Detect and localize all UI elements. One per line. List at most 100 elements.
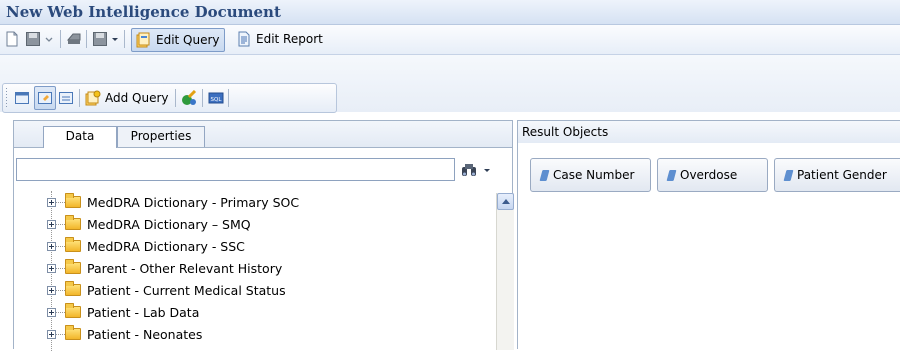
tree-connector: [56, 224, 65, 225]
structure-icon: [38, 92, 52, 104]
dimension-icon: [539, 169, 550, 181]
tree-folder[interactable]: Patient - Current Medical Status: [14, 279, 494, 301]
toolbar-separator: [60, 30, 61, 48]
expand-icon[interactable]: [47, 329, 56, 339]
tree-folder-label: Patient - Lab Data: [87, 304, 200, 320]
tree-connector: [56, 246, 65, 247]
binoculars-icon: [462, 164, 476, 176]
run-query-icon: [182, 90, 197, 105]
print-button[interactable]: [66, 28, 82, 50]
expand-icon[interactable]: [47, 241, 56, 251]
view-structure-button[interactable]: [34, 86, 56, 110]
toolbar-separator: [228, 89, 229, 107]
save-dropdown-button[interactable]: [44, 28, 54, 50]
expand-icon[interactable]: [47, 307, 56, 317]
sql-icon: SQL: [208, 92, 224, 104]
folder-icon: [65, 259, 81, 274]
expand-icon[interactable]: [47, 197, 56, 207]
list-view-icon: [59, 92, 73, 104]
save-as-icon: [93, 32, 107, 46]
add-query-label: Add Query: [105, 91, 169, 105]
toolbar-separator: [79, 89, 80, 107]
tree-folder-label: MedDRA Dictionary - SSC: [87, 238, 245, 254]
toolbar-grip[interactable]: [6, 88, 7, 108]
tree-scrollbar[interactable]: [496, 193, 514, 350]
find-button[interactable]: [461, 159, 477, 181]
result-objects-dropzone[interactable]: Case Number Overdose Patient Gender: [518, 143, 900, 349]
tree-folder[interactable]: MedDRA Dictionary - SSC: [14, 235, 494, 257]
data-panel: Data Properties MedDRA Dictionary - Prim…: [13, 120, 514, 351]
sql-button[interactable]: SQL: [208, 87, 224, 109]
tree-connector: [56, 268, 65, 269]
caret-down-icon: [484, 169, 490, 172]
panel-tabs: Data Properties: [14, 121, 512, 148]
chevron-down-icon: [45, 37, 53, 42]
toolbar-separator: [202, 89, 203, 107]
tree-folder-label: Patient - Current Medical Status: [87, 282, 286, 298]
query-toolbar-area: Add Query SQL: [0, 55, 900, 113]
dimension-icon: [783, 169, 794, 181]
export-button[interactable]: [92, 28, 108, 50]
edit-report-icon: [238, 31, 250, 47]
save-button[interactable]: [25, 28, 41, 50]
search-input[interactable]: [16, 158, 455, 181]
main-toolbar: Edit Query Edit Report: [0, 25, 900, 55]
export-dropdown-button[interactable]: [110, 28, 120, 50]
folder-icon: [65, 325, 81, 340]
expand-icon[interactable]: [47, 263, 56, 273]
view-data-button[interactable]: [14, 87, 30, 109]
run-query-button[interactable]: [181, 87, 197, 109]
dimension-icon: [666, 169, 677, 181]
edit-report-button[interactable]: Edit Report: [236, 28, 323, 50]
expand-icon[interactable]: [47, 219, 56, 229]
result-object-chip[interactable]: Patient Gender: [774, 158, 900, 192]
add-query-button[interactable]: Add Query: [85, 87, 169, 109]
toolbar-separator: [124, 30, 125, 48]
find-options-dropdown[interactable]: [482, 159, 492, 181]
edit-report-label: Edit Report: [256, 32, 323, 46]
result-objects-header: Result Objects: [518, 120, 900, 144]
folder-icon: [65, 215, 81, 230]
new-document-icon: [6, 31, 18, 47]
tab-properties[interactable]: Properties: [117, 126, 205, 147]
tree-connector: [56, 312, 65, 313]
search-row: [14, 158, 512, 184]
tree-folder[interactable]: Parent - Other Relevant History: [14, 257, 494, 279]
tree-folder[interactable]: Patient - Lab Data: [14, 301, 494, 323]
view-list-button[interactable]: [58, 87, 74, 109]
folder-icon: [65, 303, 81, 318]
printer-icon: [66, 33, 81, 44]
sql-icon-text: SQL: [211, 97, 223, 103]
result-object-chip[interactable]: Case Number: [530, 158, 651, 192]
new-document-button[interactable]: [4, 28, 20, 50]
folder-icon: [65, 237, 81, 252]
result-objects-title: Result Objects: [522, 125, 609, 139]
tab-data[interactable]: Data: [43, 126, 117, 148]
folder-icon: [65, 193, 81, 208]
toolbar-separator: [175, 89, 176, 107]
result-object-label: Case Number: [553, 168, 635, 182]
tree-folder[interactable]: MedDRA Dictionary – SMQ: [14, 213, 494, 235]
edit-query-label: Edit Query: [156, 33, 220, 47]
tree-folder-label: Patient - Neonates: [87, 326, 203, 342]
caret-down-icon: [112, 38, 118, 41]
add-query-icon: [85, 90, 101, 106]
tree-folder-label: MedDRA Dictionary – SMQ: [87, 216, 251, 232]
scroll-up-button[interactable]: [497, 193, 514, 210]
tree-folder-label: MedDRA Dictionary - Primary SOC: [87, 194, 300, 210]
window-icon: [15, 92, 29, 104]
folder-icon: [65, 281, 81, 296]
window-titlebar: New Web Intelligence Document: [0, 0, 900, 25]
tree-connector: [56, 202, 65, 203]
edit-query-icon: [136, 32, 150, 48]
result-object-chip[interactable]: Overdose: [657, 158, 768, 192]
result-object-label: Overdose: [680, 168, 738, 182]
edit-query-button[interactable]: Edit Query: [131, 28, 225, 52]
result-object-label: Patient Gender: [797, 168, 887, 182]
tree-connector: [56, 334, 65, 335]
tree-folder[interactable]: Patient - Neonates: [14, 323, 494, 345]
result-objects-panel: Result Objects Case Number Overdose Pati…: [517, 120, 900, 349]
window-title: New Web Intelligence Document: [6, 3, 281, 21]
expand-icon[interactable]: [47, 285, 56, 295]
tree-folder[interactable]: MedDRA Dictionary - Primary SOC: [14, 191, 494, 213]
